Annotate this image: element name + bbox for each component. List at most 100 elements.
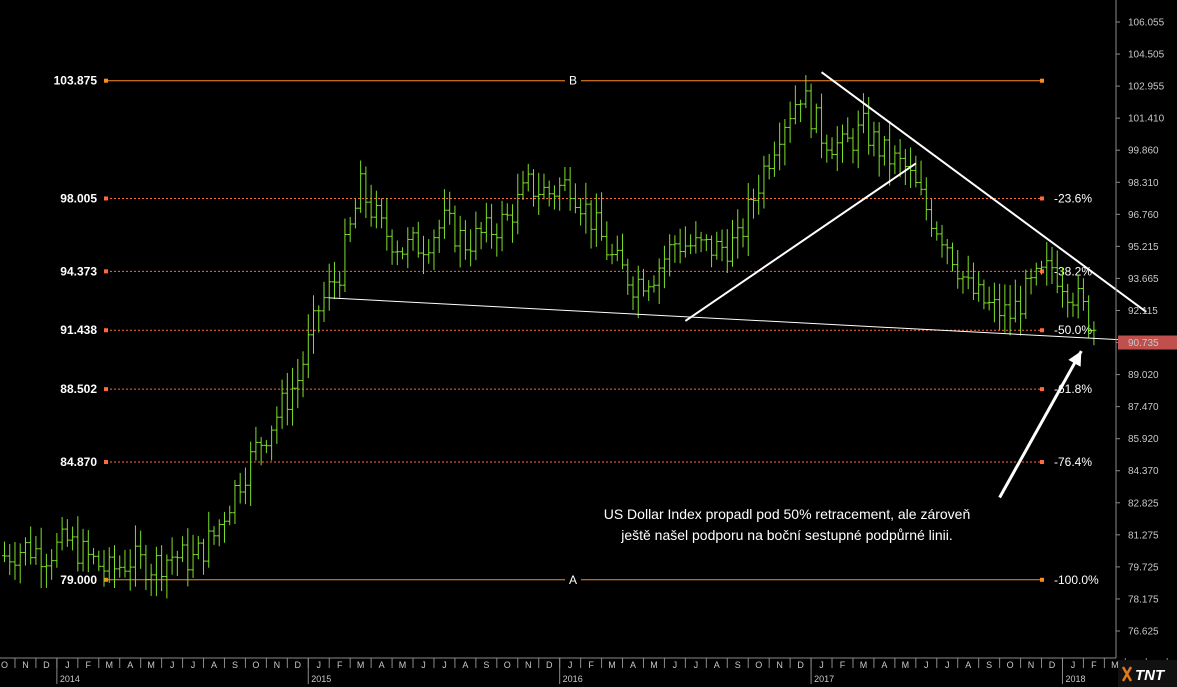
fib-price-label: 79.000 (60, 573, 97, 587)
x-axis-month-label: M (399, 660, 407, 670)
x-axis-month-label: O (1007, 660, 1014, 670)
y-axis-tick-label: 92.115 (1128, 306, 1158, 317)
fib-percent-label: -76.4% (1054, 455, 1092, 469)
fib-price-label: 103.875 (54, 74, 98, 88)
y-axis-tick-label: 87.470 (1128, 402, 1159, 413)
annotation-text: US Dollar Index propadl pod 50% retracem… (604, 506, 971, 522)
y-axis-tick-label: 81.275 (1128, 530, 1159, 541)
x-axis-month-label: A (714, 660, 720, 670)
x-axis-month-label: N (274, 660, 281, 670)
x-axis-month-label: J (924, 660, 929, 670)
x-axis-month-label: A (127, 660, 133, 670)
x-axis-month-label: O (1, 660, 8, 670)
x-axis-month-label: O (504, 660, 511, 670)
swing-point-label: B (569, 74, 577, 88)
x-axis-month-label: J (819, 660, 824, 670)
y-axis-tick-label: 106.055 (1128, 18, 1165, 29)
fib-line-end-marker (1040, 78, 1044, 83)
fib-line-end-marker (1040, 460, 1044, 465)
fib-price-label: 94.373 (60, 264, 97, 278)
x-axis-month-label: A (462, 660, 468, 670)
x-axis-month-label: A (630, 660, 636, 670)
fib-percent-label: -100.0% (1054, 573, 1099, 587)
x-axis-month-label: A (881, 660, 887, 670)
x-axis-year-label: 2017 (814, 674, 834, 684)
fib-line-end-marker (104, 460, 108, 465)
fib-line-end-marker (104, 328, 108, 333)
fib-line-end-marker (1040, 577, 1044, 582)
fib-percent-label: -38.2% (1054, 264, 1092, 278)
x-axis-month-label: J (317, 660, 322, 670)
x-axis-month-label: M (1111, 660, 1119, 670)
x-axis-month-label: N (1028, 660, 1035, 670)
x-axis-month-label: N (525, 660, 532, 670)
x-axis-month-label: S (232, 660, 238, 670)
x-axis-month-label: N (776, 660, 783, 670)
x-axis-month-label: N (22, 660, 29, 670)
fib-line-end-marker (104, 387, 108, 392)
y-axis-tick-label: 96.760 (1128, 210, 1159, 221)
fib-line-end-marker (104, 269, 108, 274)
y-axis-tick-label: 82.825 (1128, 498, 1159, 509)
x-axis-month-label: D (43, 660, 50, 670)
x-axis-month-label: F (86, 660, 92, 670)
x-axis-month-label: J (65, 660, 70, 670)
fib-line-end-marker (1040, 328, 1044, 333)
x-axis-month-label: M (902, 660, 910, 670)
x-axis-month-label: F (1091, 660, 1097, 670)
x-axis-month-label: J (945, 660, 950, 670)
fib-price-label: 91.438 (60, 323, 97, 337)
x-axis-year-label: 2014 (60, 674, 80, 684)
y-axis-tick-label: 99.860 (1128, 146, 1159, 157)
x-axis-month-label: D (295, 660, 302, 670)
x-axis-month-label: J (421, 660, 426, 670)
y-axis-tick-label: 85.920 (1128, 434, 1159, 445)
x-axis-month-label: J (442, 660, 447, 670)
swing-point-label: A (569, 573, 577, 587)
x-axis-month-label: J (673, 660, 678, 670)
x-axis-month-label: D (1049, 660, 1056, 670)
x-axis-month-label: M (357, 660, 365, 670)
x-axis-year-label: 2018 (1065, 674, 1085, 684)
x-axis-month-label: O (252, 660, 259, 670)
x-axis-month-label: F (840, 660, 846, 670)
x-axis-month-label: A (965, 660, 971, 670)
x-axis-month-label: S (986, 660, 992, 670)
x-axis-month-label: J (191, 660, 196, 670)
x-axis-month-label: D (797, 660, 804, 670)
y-axis-tick-label: 76.625 (1128, 627, 1159, 638)
x-axis-year-label: 2015 (311, 674, 331, 684)
fib-percent-label: -50.0% (1054, 323, 1092, 337)
annotation-text: ještě našel podporu na boční sestupné po… (620, 527, 953, 543)
fib-price-label: 84.870 (60, 455, 97, 469)
x-axis-month-label: A (211, 660, 217, 670)
fib-line-end-marker (104, 78, 108, 83)
logo-text: TNT (1135, 667, 1166, 684)
x-axis-month-label: M (860, 660, 868, 670)
x-axis-year-label: 2016 (563, 674, 583, 684)
price-chart: 103.875 B 98.005 -23.6% 94.373 -38.2% 91.438 -5… (0, 0, 1177, 687)
y-axis-tick-label: 89.020 (1128, 370, 1159, 381)
x-axis-month-label: O (755, 660, 762, 670)
y-axis-tick-label: 95.215 (1128, 242, 1159, 253)
y-axis-tick-label: 79.725 (1128, 562, 1159, 573)
x-axis-month-label: M (106, 660, 114, 670)
y-axis-tick-label: 78.175 (1128, 594, 1159, 605)
fib-line-end-marker (1040, 196, 1044, 201)
fib-price-label: 98.005 (60, 191, 97, 205)
fib-line-end-marker (104, 196, 108, 201)
x-axis-month-label: M (608, 660, 616, 670)
x-axis-month-label: J (170, 660, 175, 670)
x-axis-month-label: F (337, 660, 343, 670)
x-axis-month-label: J (694, 660, 699, 670)
x-axis-month-label: A (379, 660, 385, 670)
fib-price-label: 88.502 (60, 382, 97, 396)
x-axis-month-label: J (568, 660, 573, 670)
chart-background (0, 0, 1177, 687)
x-axis-month-label: S (735, 660, 741, 670)
x-axis-month-label: J (1071, 660, 1076, 670)
y-axis-tick-label: 104.505 (1128, 50, 1165, 61)
y-axis-tick-label: 102.955 (1128, 82, 1165, 93)
x-axis-month-label: M (650, 660, 658, 670)
x-axis-month-label: F (588, 660, 594, 670)
